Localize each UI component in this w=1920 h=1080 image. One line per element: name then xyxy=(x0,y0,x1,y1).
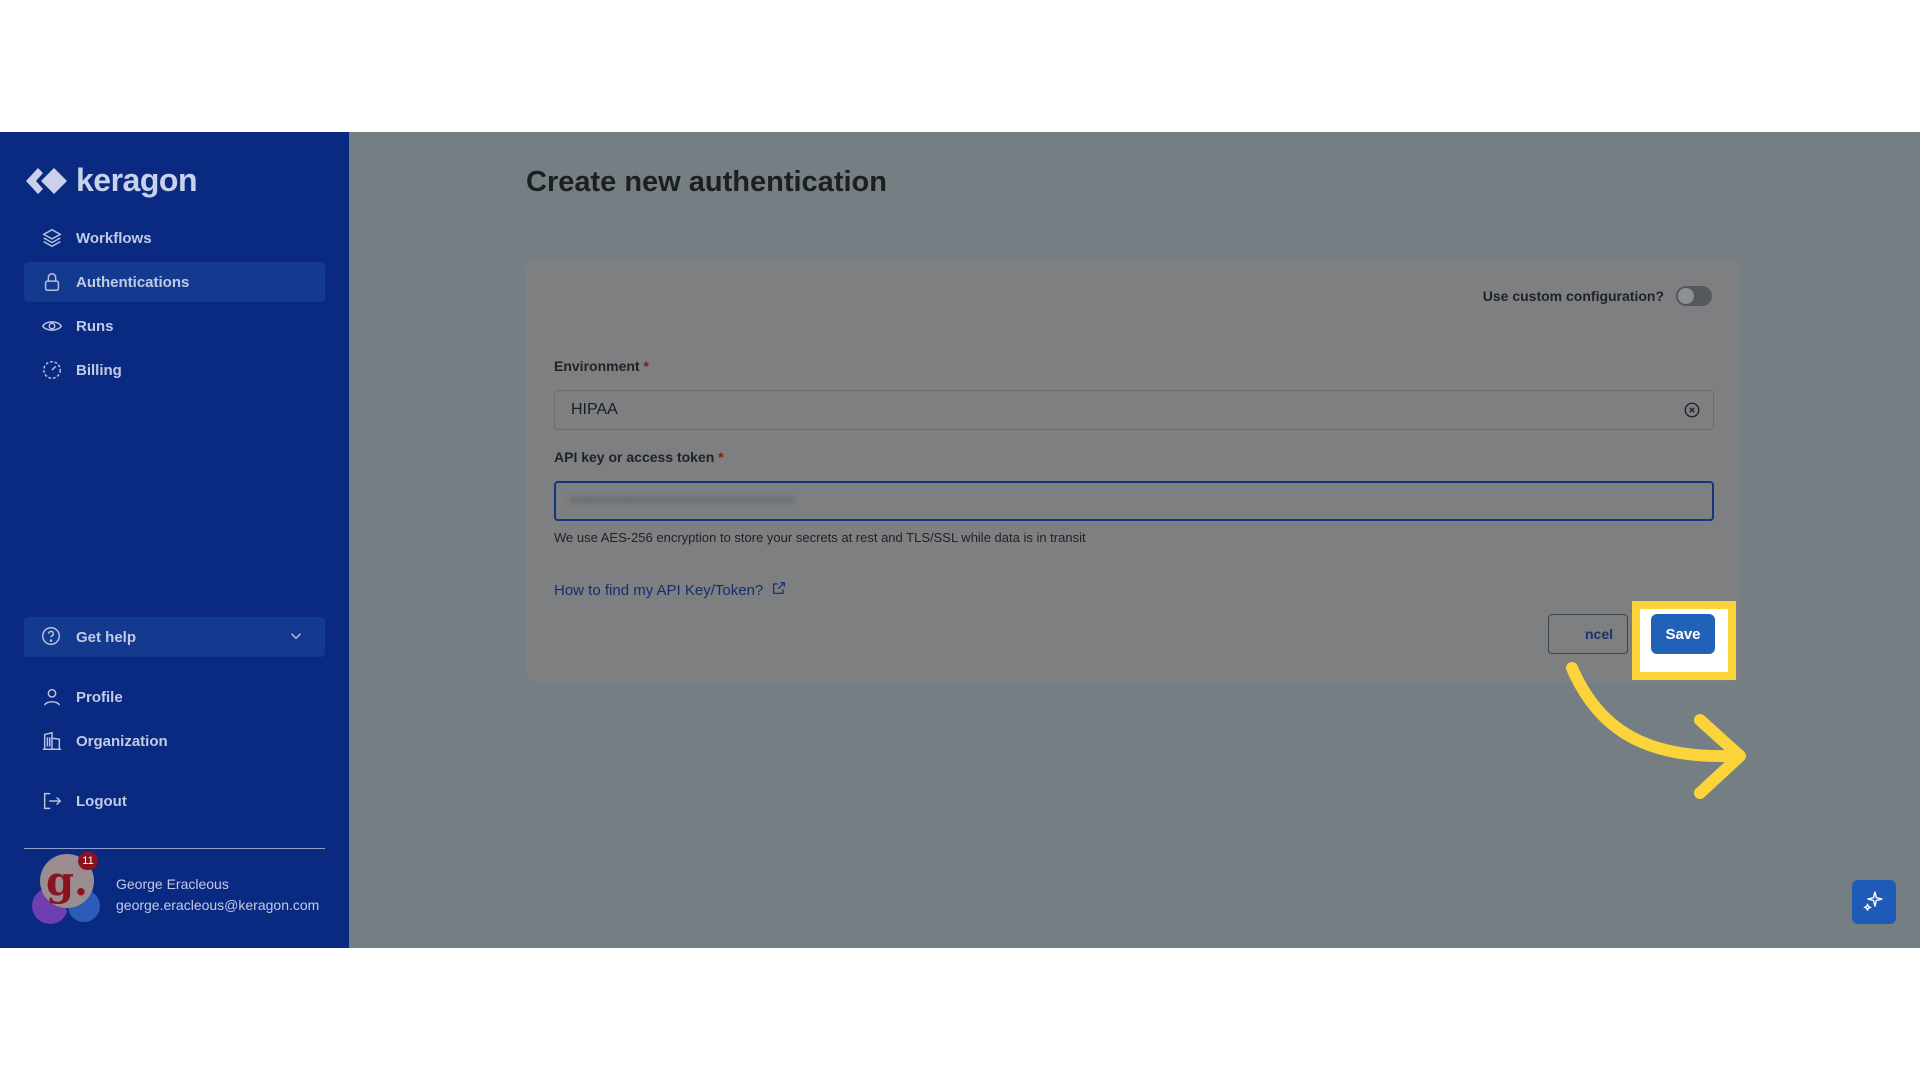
toggle-knob xyxy=(1678,288,1694,304)
sidebar-item-profile[interactable]: Profile xyxy=(24,677,325,717)
app-frame: keragon Workflows Authentications Runs B… xyxy=(0,132,1920,948)
user-name: George Eracleous xyxy=(116,876,229,892)
sidebar-item-label: Authentications xyxy=(76,273,190,291)
brand-name: keragon xyxy=(76,162,197,198)
custom-config-label: Use custom configuration? xyxy=(1482,288,1664,304)
sidebar-item-label: Logout xyxy=(76,792,127,810)
chevron-down-icon xyxy=(287,627,307,647)
sidebar-item-label: Billing xyxy=(76,361,122,379)
api-key-help-link[interactable]: How to find my API Key/Token? xyxy=(554,580,787,600)
main-nav: Workflows Authentications Runs Billing xyxy=(24,218,325,394)
environment-select[interactable]: HIPAA xyxy=(554,390,1714,430)
environment-value: HIPAA xyxy=(571,401,618,418)
building-icon xyxy=(40,729,64,753)
sidebar-item-authentications[interactable]: Authentications xyxy=(24,262,325,302)
eye-icon xyxy=(40,314,64,338)
authentication-form-card: Use custom configuration? Environment * … xyxy=(526,258,1746,799)
token-label: API key or access token * xyxy=(554,449,724,465)
external-link-icon xyxy=(771,580,787,600)
main-content: Create new authentication Use custom con… xyxy=(349,132,1920,948)
ai-assistant-button[interactable] xyxy=(1852,880,1896,924)
sidebar-item-runs[interactable]: Runs xyxy=(24,306,325,346)
required-mark: * xyxy=(643,358,649,374)
sidebar-item-label: Workflows xyxy=(76,229,152,247)
required-mark: * xyxy=(718,449,724,465)
logo[interactable]: keragon xyxy=(24,162,197,199)
environment-label: Environment * xyxy=(554,358,649,374)
get-help-label: Get help xyxy=(76,628,137,646)
clear-circle-icon[interactable] xyxy=(1683,401,1701,419)
cancel-button[interactable]: ncel xyxy=(1548,614,1628,654)
avatar[interactable]: g. 11 xyxy=(30,852,110,932)
help-circle-icon xyxy=(40,625,64,649)
help-link-text: How to find my API Key/Token? xyxy=(554,581,764,599)
sidebar-divider xyxy=(24,848,325,849)
sidebar-item-label: Runs xyxy=(76,317,114,335)
sidebar-item-workflows[interactable]: Workflows xyxy=(24,218,325,258)
custom-config-toggle[interactable] xyxy=(1676,286,1712,306)
sidebar-item-organization[interactable]: Organization xyxy=(24,721,325,761)
environment-label-text: Environment xyxy=(554,358,640,374)
sidebar-item-label: Profile xyxy=(76,688,123,706)
notification-badge: 11 xyxy=(78,852,98,870)
lock-icon xyxy=(40,270,64,294)
sidebar-item-billing[interactable]: Billing xyxy=(24,350,325,390)
user-card[interactable]: g. 11 George Eracleous george.eracleous@… xyxy=(30,852,330,932)
account-nav: Profile Organization Logout xyxy=(24,677,325,825)
page-title: Create new authentication xyxy=(526,166,887,198)
keragon-logo-icon xyxy=(26,167,67,194)
custom-config-row: Use custom configuration? xyxy=(1483,286,1712,306)
user-icon xyxy=(40,685,64,709)
masked-token: •••••••••••••••••••••••••••••••••• xyxy=(570,492,795,509)
save-button[interactable]: Save xyxy=(1651,614,1715,654)
api-token-field[interactable]: •••••••••••••••••••••••••••••••••• xyxy=(554,481,1714,521)
token-label-text: API key or access token xyxy=(554,449,715,465)
sidebar-item-label: Organization xyxy=(76,732,168,750)
sidebar-item-logout[interactable]: Logout xyxy=(24,781,325,821)
sidebar: keragon Workflows Authentications Runs B… xyxy=(0,132,349,948)
sparkle-icon xyxy=(1863,889,1885,916)
gauge-icon xyxy=(40,358,64,382)
get-help-dropdown[interactable]: Get help xyxy=(24,617,325,657)
logout-icon xyxy=(40,789,64,813)
user-email: george.eracleous@keragon.com xyxy=(116,897,320,913)
pointer-arrow-icon xyxy=(1566,662,1746,799)
encryption-hint: We use AES-256 encryption to store your … xyxy=(554,530,1086,545)
layers-icon xyxy=(40,226,64,250)
